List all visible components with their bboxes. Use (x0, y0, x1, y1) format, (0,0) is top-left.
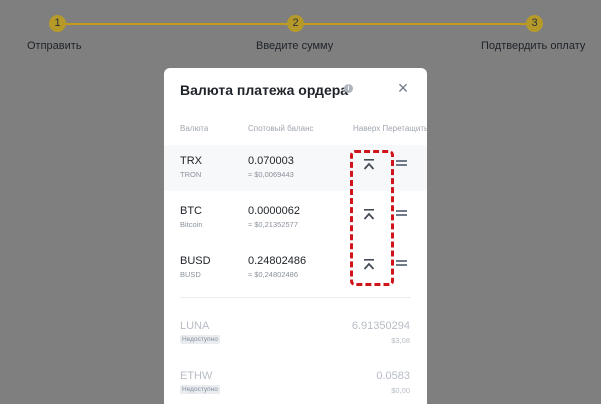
currency-balance: 6.91350294 (351, 320, 410, 332)
divider (180, 297, 411, 298)
currency-row[interactable]: BUSD BUSD 0.24802486 ≈ $0,24802486 (164, 245, 427, 291)
payment-currency-modal: Валюта платежа ордера i × Валюта Спотовы… (164, 68, 427, 404)
step-connector (303, 23, 526, 25)
currency-fiat-value: $0,00 (391, 386, 410, 395)
currency-fiat-value: $3,08 (391, 336, 410, 345)
drag-handle-icon[interactable] (396, 210, 407, 220)
currency-name: BUSD (180, 270, 201, 279)
currency-name: TRON (180, 170, 202, 179)
info-icon[interactable]: i (344, 84, 353, 93)
step-1-circle: 1 (49, 15, 66, 32)
column-header-actions: Наверх Перетащить (353, 124, 427, 133)
modal-title: Валюта платежа ордера (180, 82, 349, 98)
currency-symbol: ETHW (180, 370, 213, 382)
currency-balance: 0.070003 (248, 155, 294, 167)
currency-balance: 0.0583 (376, 370, 410, 382)
step-2-circle: 2 (287, 15, 304, 32)
currency-symbol: TRX (180, 155, 202, 167)
move-to-top-icon[interactable] (362, 257, 376, 273)
currency-balance: 0.24802486 (248, 255, 307, 267)
move-to-top-icon[interactable] (362, 207, 376, 223)
step-connector (66, 23, 287, 25)
currency-row[interactable]: BTC Bitcoin 0.0000062 ≈ $0,21352577 (164, 195, 427, 241)
currency-symbol: BUSD (180, 255, 211, 267)
unavailable-currency-row: ETHW Недоступно 0.0583 $0,00 (164, 368, 427, 404)
step-2-label: Введите сумму (256, 40, 334, 52)
column-header-currency: Валюта (180, 124, 209, 133)
currency-balance: 0.0000062 (248, 205, 300, 217)
unavailable-badge: Недоступно (180, 385, 220, 394)
drag-handle-icon[interactable] (396, 160, 407, 170)
move-to-top-icon[interactable] (362, 157, 376, 173)
currency-symbol: BTC (180, 205, 202, 217)
unavailable-badge: Недоступно (180, 335, 220, 344)
stepper: 1 2 3 Отправить Введите сумму Подтвердит… (0, 0, 601, 60)
currency-symbol: LUNA (180, 320, 210, 332)
step-3-label: Подтвердить оплату (481, 40, 586, 52)
currency-fiat-value: ≈ $0,21352577 (248, 220, 298, 229)
drag-handle-icon[interactable] (396, 260, 407, 270)
currency-fiat-value: ≈ $0,0069443 (248, 170, 294, 179)
step-1-label: Отправить (27, 40, 82, 52)
currency-fiat-value: ≈ $0,24802486 (248, 270, 298, 279)
unavailable-currency-row: LUNA Недоступно 6.91350294 $3,08 (164, 318, 427, 358)
currency-row[interactable]: TRX TRON 0.070003 ≈ $0,0069443 (164, 145, 427, 191)
currency-name: Bitcoin (180, 220, 203, 229)
close-icon[interactable]: × (395, 78, 411, 98)
step-3-circle: 3 (526, 15, 543, 32)
column-header-spot-balance: Спотовый баланс (248, 124, 314, 133)
